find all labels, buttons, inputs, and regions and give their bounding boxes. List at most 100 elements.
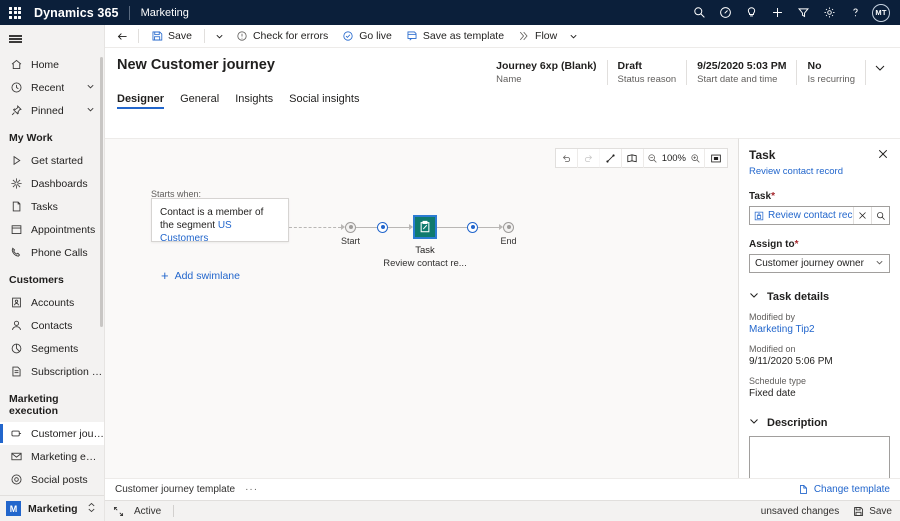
start-node[interactable]: Start [341,221,360,246]
save-as-template-label: Save as template [422,30,505,42]
map-icon[interactable] [622,148,644,168]
add-step-icon[interactable] [467,221,478,233]
sidebar-scrollbar[interactable] [100,57,103,327]
header-meta-status-reason: Draft Status reason [608,60,688,85]
zoom-out-icon[interactable] [647,153,658,164]
start-node-icon [345,221,356,233]
save-options-chevron-icon[interactable] [210,26,229,47]
play-icon [9,153,24,168]
tab-social-insights[interactable]: Social insights [289,93,359,109]
journey-designer-canvas[interactable]: 100% Starts when: Contact is a member of… [105,138,738,508]
gear-icon[interactable] [816,0,842,25]
add-step-node-1[interactable] [377,221,388,233]
calendar-icon [9,222,24,237]
add-step-icon[interactable] [377,221,388,233]
header-meta-label: Start date and time [697,74,778,85]
end-node[interactable]: End [500,221,517,246]
flow-options-chevron-icon[interactable] [564,26,583,47]
template-overflow-icon[interactable]: ··· [245,484,258,495]
app-root: Dynamics 365 Marketing MT Home Recent Pi… [0,0,900,521]
help-icon[interactable] [842,0,868,25]
change-template-button[interactable]: Change template [798,484,890,495]
sidebar-item-customer-journeys[interactable]: Customer journeys [0,422,104,445]
trigger-text: Contact is a member of the segment [160,207,264,231]
command-divider [138,29,139,43]
task-node[interactable]: Task Review contact re... [383,215,467,269]
schedule-type-value: Fixed date [749,388,796,399]
modified-by-value[interactable]: Marketing Tip2 [749,324,890,335]
save-button[interactable]: Save [144,26,199,47]
back-arrow-icon[interactable] [111,25,133,47]
updown-chevron-icon[interactable] [87,502,96,516]
task-details-section-header[interactable]: Task details [749,290,890,303]
top-nav-actions: MT [686,0,900,25]
chevron-down-icon[interactable] [875,258,884,270]
task-node-tile[interactable] [413,215,437,239]
zoom-in-icon[interactable] [690,153,701,164]
app-launcher-icon[interactable] [0,0,30,25]
fit-to-screen-icon[interactable] [705,149,727,168]
sidebar-item-social-posts[interactable]: Social posts [0,468,104,491]
sidebar-item-pinned[interactable]: Pinned [0,99,104,122]
task-lookup-field[interactable]: Review contact record [749,206,890,225]
filter-icon[interactable] [790,0,816,25]
status-divider [173,505,175,517]
tab-designer[interactable]: Designer [117,93,165,109]
list-icon [9,364,24,379]
lightbulb-icon[interactable] [738,0,764,25]
journey-trigger-card[interactable]: Contact is a member of the segment US Cu… [151,198,289,244]
sidebar-item-tasks[interactable]: Tasks [0,195,104,218]
sidebar-item-accounts[interactable]: Accounts [0,291,104,314]
go-live-button[interactable]: Go live [335,26,399,47]
task-icon [9,199,24,214]
sidebar-item-get-started[interactable]: Get started [0,149,104,172]
task-lookup-text: Review contact record [768,210,853,221]
sidebar-item-appointments[interactable]: Appointments [0,218,104,241]
diagnostics-icon[interactable] [712,0,738,25]
chevron-down-icon[interactable] [86,82,95,94]
add-step-node-2[interactable] [467,221,478,233]
close-icon[interactable] [876,148,890,163]
sidebar-item-phone-calls[interactable]: Phone Calls [0,241,104,264]
task-lookup-value[interactable]: Review contact record [750,210,853,221]
sidebar-item-home[interactable]: Home [0,53,104,76]
sidebar-item-subscription-lists[interactable]: Subscription lists [0,360,104,383]
panel-subtitle-link[interactable]: Review contact record [749,166,890,177]
chevron-down-icon[interactable] [749,290,759,303]
lookup-search-icon[interactable] [871,207,889,224]
app-area-label: Marketing [28,502,78,515]
flow-button[interactable]: Flow [511,26,564,47]
required-indicator: * [794,239,799,250]
assign-to-select[interactable]: Customer journey owner [749,254,890,273]
search-icon[interactable] [686,0,712,25]
sidebar-item-recent[interactable]: Recent [0,76,104,99]
description-section-header[interactable]: Description [749,416,890,429]
tab-insights[interactable]: Insights [235,93,273,109]
sidebar-item-dashboards[interactable]: Dashboards [0,172,104,195]
add-swimlane-button[interactable]: + Add swimlane [161,269,240,282]
undo-icon[interactable] [556,148,578,168]
header-expand-chevron-icon[interactable] [866,60,890,77]
sidebar-item-label: Get started [31,154,83,167]
sidebar-toggle-icon[interactable] [0,25,104,53]
sidebar-item-segments[interactable]: Segments [0,337,104,360]
user-avatar[interactable]: MT [872,3,890,22]
tab-general[interactable]: General [180,93,219,109]
save-as-template-button[interactable]: Save as template [399,26,511,47]
zoom-controls: 100% [644,148,705,168]
chevron-down-icon[interactable] [86,105,95,117]
status-save-button[interactable]: Save [853,506,892,517]
clear-icon[interactable] [853,207,871,224]
connector-dashed [289,226,341,228]
connect-icon[interactable] [600,148,622,168]
expand-icon[interactable] [113,506,124,517]
app-area-switcher[interactable]: M Marketing [0,495,104,521]
plus-icon[interactable] [764,0,790,25]
check-for-errors-button[interactable]: Check for errors [229,26,335,47]
chevron-down-icon[interactable] [749,416,759,429]
sidebar-item-marketing-emails[interactable]: Marketing emails [0,445,104,468]
task-node-caption: Task Review contact re... [383,245,466,269]
sidebar-item-contacts[interactable]: Contacts [0,314,104,337]
status-bar: Active unsaved changes Save [105,500,900,521]
redo-icon[interactable] [578,148,600,168]
